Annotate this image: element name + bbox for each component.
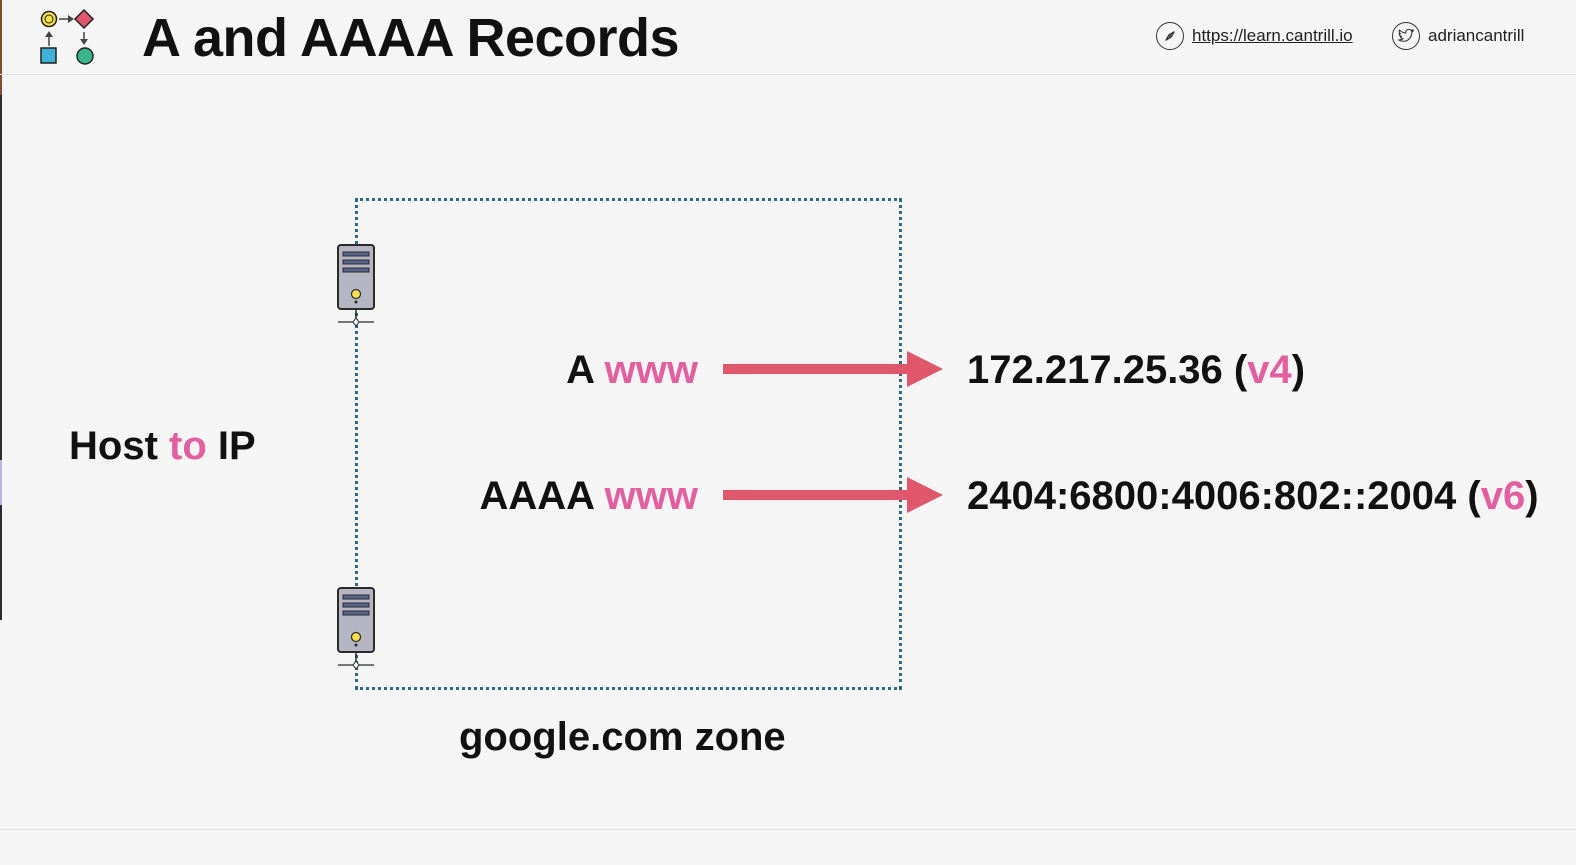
website-link[interactable]: https://learn.cantrill.io bbox=[1156, 22, 1353, 50]
twitter-icon bbox=[1392, 22, 1420, 50]
workflow-logo-icon bbox=[40, 8, 95, 65]
ipv6-address: 2404:6800:4006:802::2004 (v6) bbox=[967, 474, 1539, 518]
ipv4-address: 172.217.25.36 (v4) bbox=[967, 348, 1306, 392]
zone-boundary bbox=[355, 198, 902, 690]
server-icon bbox=[337, 587, 375, 670]
host-to-ip-label: Host to IP bbox=[69, 424, 256, 468]
arrow-icon bbox=[723, 477, 943, 513]
server-icon bbox=[337, 244, 375, 327]
a-record-label: A www bbox=[566, 348, 698, 392]
page-title: A and AAAA Records bbox=[142, 8, 680, 68]
footer-divider bbox=[0, 829, 1576, 830]
arrow-icon bbox=[723, 351, 943, 387]
website-url[interactable]: https://learn.cantrill.io bbox=[1192, 26, 1353, 46]
aaaa-record-label: AAAA www bbox=[479, 474, 698, 518]
twitter-link[interactable]: adriancantrill bbox=[1392, 22, 1524, 50]
left-edge-strip bbox=[0, 0, 2, 620]
slide-header: A and AAAA Records https://learn.cantril… bbox=[0, 0, 1576, 75]
zone-label: google.com zone bbox=[459, 715, 786, 759]
compass-icon bbox=[1156, 22, 1184, 50]
twitter-handle[interactable]: adriancantrill bbox=[1428, 26, 1524, 46]
